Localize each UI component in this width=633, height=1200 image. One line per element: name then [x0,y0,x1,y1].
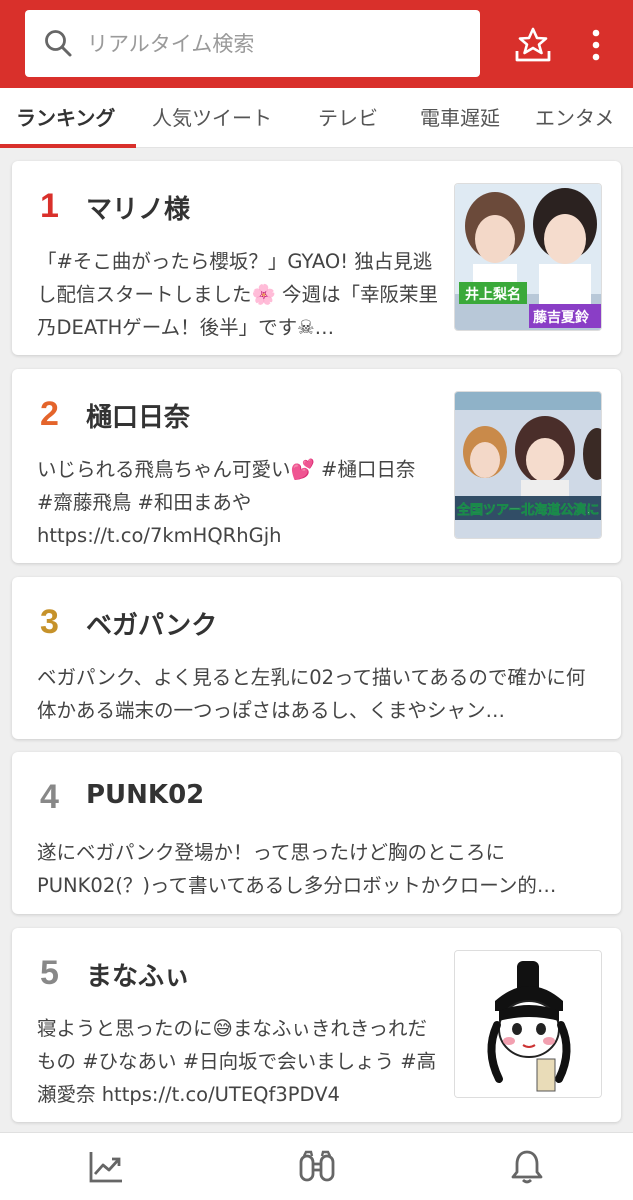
trend-title: 樋口日奈 [86,403,191,433]
bottom-navigation [0,1132,633,1200]
trend-description: 寝ようと思ったのに😅まなふぃきれきっれだもの #ひなあい #日向坂で会いましょう… [37,1017,437,1106]
tab-train-delay[interactable]: 電車遅延 [420,88,500,147]
trend-description: ベガパンク、よく見ると左乳に02って描いてあるので確かに何体かある端末の一つっぽ… [37,666,586,722]
nav-search[interactable] [297,1147,337,1187]
trend-thumbnail[interactable]: 全国ツアー北海道公演に [454,391,602,539]
trend-description: 遂にベガパンク登場か！って思ったけど胸のところにPUNK02(？)って書いてある… [37,841,557,897]
search-icon [45,30,72,57]
star-tray-icon [515,27,551,62]
trend-thumbnail[interactable] [454,950,602,1098]
rank-number: 2 [40,395,59,433]
active-tab-indicator [0,144,136,148]
trend-description: いじられる飛鳥ちゃん可愛い💕 #樋口日奈 #齋藤飛鳥 #和田まあや https:… [37,458,416,547]
ranking-card-4[interactable]: 4 PUNK02 遂にベガパンク登場か！って思ったけど胸のところにPUNK02(… [12,752,621,914]
bell-icon [511,1150,543,1184]
ranking-card-1[interactable]: 1 マリノ様 「#そこ曲がったら櫻坂？」GYAO! 独占見逃し配信スタートしまし… [12,161,621,355]
nav-trends[interactable] [86,1147,126,1187]
rank-number: 3 [40,603,59,641]
tab-popular-tweets[interactable]: 人気ツイート [152,88,272,147]
rank-number: 4 [40,778,59,816]
rank-number: 1 [40,187,59,225]
tab-tv[interactable]: テレビ [318,88,378,147]
trend-title: マリノ様 [86,195,191,225]
thumbnail-image: 井上梨名 藤吉夏鈴 [455,184,601,330]
ranking-card-3[interactable]: 3 ベガパンク ベガパンク、よく見ると左乳に02って描いてあるので確かに何体かあ… [12,577,621,739]
tab-entertainment[interactable]: エンタメ [535,88,614,147]
caption-right: 藤吉夏鈴 [533,309,590,326]
category-tabs: ランキング 人気ツイート テレビ 電車遅延 エンタメ [0,88,633,148]
trend-title: ベガパンク [86,611,218,641]
rank-number: 5 [40,954,59,992]
thumbnail-image [455,951,601,1097]
trend-description: 「#そこ曲がったら櫻坂？」GYAO! 独占見逃し配信スタートしました🌸 今週は「… [37,250,438,339]
caption-left: 井上梨名 [465,286,521,303]
caption: 全国ツアー北海道公演に [456,502,599,518]
search-input[interactable] [85,20,469,68]
trend-title: PUNK02 [86,780,205,810]
favorites-button[interactable] [509,22,557,68]
binoculars-icon [299,1150,335,1182]
trend-thumbnail[interactable]: 井上梨名 藤吉夏鈴 [454,183,602,331]
nav-notifications[interactable] [507,1147,547,1187]
tab-ranking[interactable]: ランキング [16,88,115,147]
trend-title: まなふぃ [86,962,191,992]
app-header [0,0,633,88]
more-menu-button[interactable] [578,24,614,66]
more-vertical-icon [592,29,600,61]
trend-chart-icon [89,1152,122,1183]
search-box[interactable] [25,10,480,77]
thumbnail-image: 全国ツアー北海道公演に [455,392,601,538]
ranking-card-2[interactable]: 2 樋口日奈 いじられる飛鳥ちゃん可愛い💕 #樋口日奈 #齋藤飛鳥 #和田まあや… [12,369,621,563]
ranking-card-5[interactable]: 5 まなふぃ 寝ようと思ったのに😅まなふぃきれきっれだもの #ひなあい #日向坂… [12,928,621,1122]
